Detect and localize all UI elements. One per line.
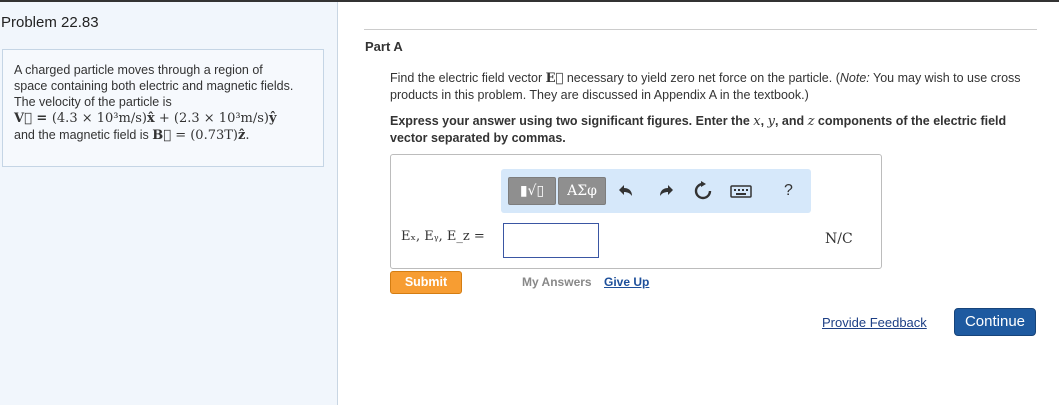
answer-unit: N/C: [825, 231, 853, 247]
answer-label: Eₓ, Eᵧ, E_z =: [401, 229, 485, 244]
question-after: necessary to yield zero net force on the…: [563, 71, 840, 85]
question-before: Find the electric field vector: [390, 71, 546, 85]
magnetic-field-equation: and the magnetic field is B⃗ = (0.73T)ẑ.: [14, 127, 313, 144]
velocity-equation: V⃗ = (4.3 × 10³m/s)x̂ + (2.3 × 10³m/s)ŷ: [14, 110, 313, 127]
problem-panel: Problem 22.83 A charged particle moves t…: [0, 2, 338, 405]
problem-title: Problem 22.83: [1, 14, 99, 31]
answer-input[interactable]: [503, 223, 599, 258]
field-period: .: [245, 128, 250, 143]
give-up-link[interactable]: Give Up: [604, 275, 649, 289]
reset-icon[interactable]: [693, 181, 713, 201]
unit-vector-x: x̂: [146, 111, 155, 126]
velocity-y-term: (2.3 × 10³m/s): [173, 111, 269, 126]
instruction-sep: , and: [774, 114, 808, 128]
my-answers-link[interactable]: My Answers: [522, 275, 592, 289]
part-divider: [364, 29, 1037, 30]
problem-text-line: A charged particle moves through a regio…: [14, 63, 263, 77]
problem-text-line: The velocity of the particle is: [14, 95, 172, 109]
templates-button[interactable]: ▮√▯: [508, 177, 556, 205]
help-button[interactable]: ?: [784, 182, 793, 200]
keyboard-icon[interactable]: [730, 181, 752, 201]
instruction-x: x: [753, 114, 761, 129]
velocity-symbol: V⃗ =: [14, 111, 52, 126]
instruction-y: y: [767, 114, 775, 129]
continue-button[interactable]: Continue: [954, 308, 1036, 336]
submit-button[interactable]: Submit: [390, 271, 462, 294]
answer-instruction: Express your answer using two significan…: [390, 113, 1035, 146]
problem-statement: A charged particle moves through a regio…: [2, 49, 324, 167]
question-text: Find the electric field vector E⃗ necess…: [390, 70, 1035, 103]
magnetic-field-symbol: B⃗: [152, 128, 172, 143]
magnetic-field-value: = (0.73T): [171, 128, 238, 143]
instruction-sep: ,: [760, 114, 768, 128]
unit-vector-y: ŷ: [269, 111, 277, 126]
electric-field-symbol: E⃗: [545, 71, 564, 86]
undo-icon[interactable]: [617, 181, 637, 201]
symbols-button[interactable]: ΑΣφ: [558, 177, 606, 205]
part-title: Part A: [365, 39, 403, 54]
math-toolbar: ▮√▯ ΑΣφ ?: [501, 169, 811, 213]
question-note: Note:: [839, 71, 870, 85]
redo-icon[interactable]: [655, 181, 675, 201]
velocity-x-term: (4.3 × 10³m/s): [51, 111, 147, 126]
problem-text-line: space containing both electric and magne…: [14, 79, 294, 93]
answer-box: ▮√▯ ΑΣφ ? Eₓ, Eᵧ, E_z = N/C: [390, 154, 882, 269]
provide-feedback-link[interactable]: Provide Feedback: [822, 315, 927, 330]
field-prefix: and the magnetic field is: [14, 128, 153, 142]
instruction-before: Express your answer using two significan…: [390, 114, 754, 128]
velocity-plus: +: [154, 111, 174, 126]
